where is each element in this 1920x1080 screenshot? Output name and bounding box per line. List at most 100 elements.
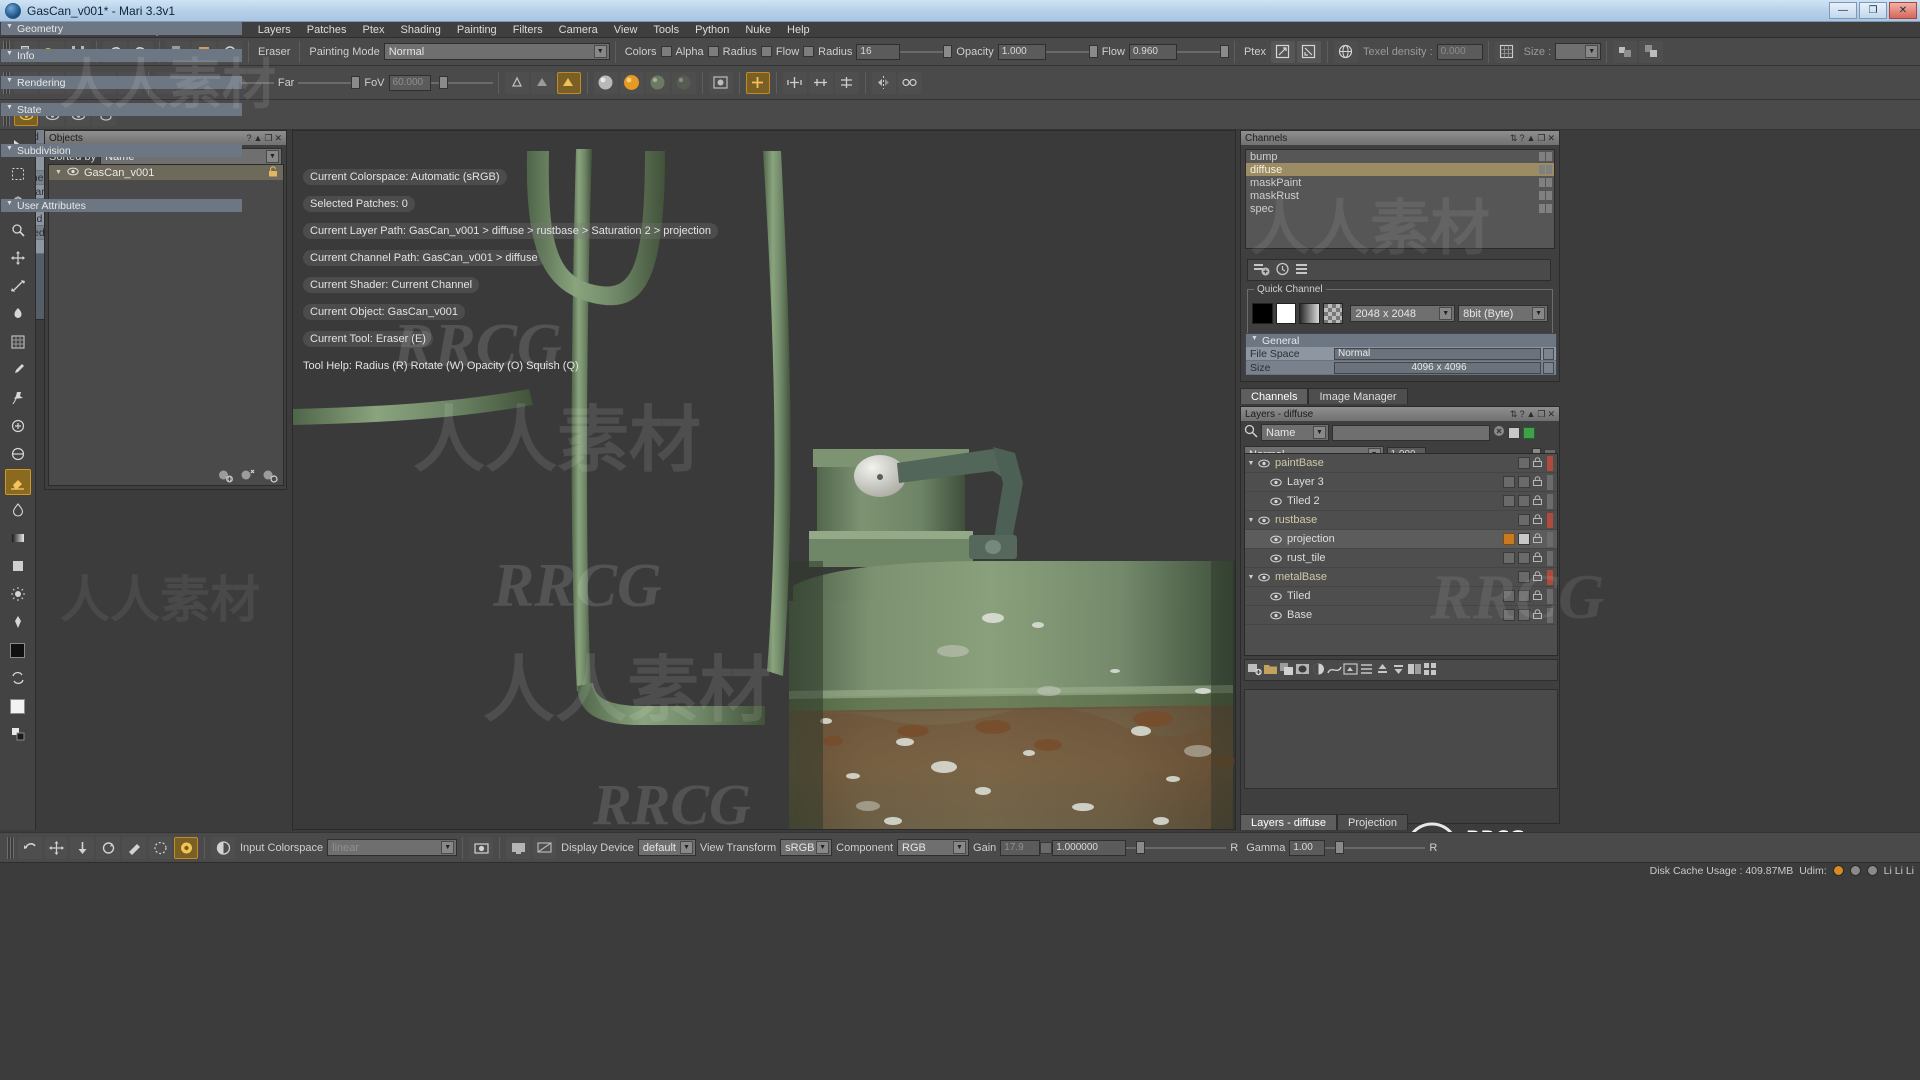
material-ball-gray-icon[interactable] [593, 71, 618, 94]
layer-color-tag[interactable] [1547, 455, 1553, 471]
globe-icon[interactable] [1333, 40, 1358, 63]
layers-close-icon[interactable]: ✕ [1547, 409, 1555, 420]
add-layer-plus-icon[interactable] [745, 71, 770, 94]
property-group-info[interactable]: Info [1, 49, 242, 62]
procedural-layer-icon[interactable] [1327, 662, 1342, 679]
layer-thumbnail-icon[interactable] [1503, 590, 1515, 602]
channel-item[interactable]: bump [1246, 150, 1554, 163]
mask-layer-icon[interactable] [1295, 662, 1310, 679]
maximize-panel-icon[interactable]: ❐ [264, 133, 272, 144]
environment-icon[interactable] [708, 71, 733, 94]
help-icon[interactable]: ? [246, 133, 251, 144]
menu-item-layers[interactable]: Layers [250, 22, 299, 38]
display-mask-icon[interactable] [532, 836, 557, 859]
gradient-tool-icon[interactable] [5, 525, 31, 551]
layer-lock-icon[interactable] [1533, 570, 1544, 584]
material-ball-green-icon[interactable] [645, 71, 670, 94]
layer-color-tag[interactable] [1547, 512, 1553, 528]
channels-pin-icon[interactable]: ⇅ [1510, 133, 1518, 144]
flow-checkbox[interactable] [803, 46, 815, 57]
rotate-projection-icon[interactable] [96, 836, 120, 859]
eraser-tool-icon[interactable] [4, 469, 31, 495]
layer-color-tag[interactable] [1547, 531, 1553, 547]
layers-float-icon[interactable]: ▲ [1526, 409, 1535, 420]
layer-row[interactable]: Layer 3 [1245, 473, 1557, 492]
quick-channel-checker-swatch[interactable] [1322, 303, 1344, 324]
move-tool-icon[interactable] [5, 245, 31, 271]
layer-color-tag[interactable] [1547, 569, 1553, 585]
menu-item-view[interactable]: View [606, 22, 646, 38]
channel-size-spin-icon[interactable] [1543, 361, 1554, 374]
view-transform-combo[interactable]: sRGB ▼ [780, 839, 833, 856]
ptex-resolution-down-icon[interactable] [1296, 40, 1321, 63]
layer-color-tag[interactable] [1547, 474, 1553, 490]
add-point-tool-icon[interactable] [5, 413, 31, 439]
layer-mask-icon[interactable] [1518, 552, 1530, 564]
layer-expand-triangle-icon[interactable]: ▼ [1245, 517, 1257, 524]
gamma-input[interactable]: 1.00 [1289, 839, 1326, 856]
layer-visibility-eye-icon[interactable] [1257, 573, 1271, 582]
menu-item-tools[interactable]: Tools [645, 22, 687, 38]
property-group-rendering[interactable]: Rendering [1, 76, 242, 89]
material-ball-dark-icon[interactable] [671, 71, 696, 94]
property-group-state[interactable]: State [1, 103, 242, 116]
layer-thumbnail-icon[interactable] [1518, 514, 1530, 526]
pen-tool-icon[interactable] [5, 609, 31, 635]
ptex-resolution-up-icon[interactable] [1270, 40, 1295, 63]
quick-channel-black-swatch[interactable] [1252, 303, 1273, 324]
layer-visibility-eye-icon[interactable] [1257, 516, 1271, 525]
merge-layers-icon[interactable] [1359, 662, 1374, 679]
layer-expand-triangle-icon[interactable]: ▼ [1245, 460, 1257, 467]
layer-mask-icon[interactable] [1518, 495, 1530, 507]
remove-object-icon[interactable] [239, 468, 256, 486]
move-layer-down-icon[interactable] [1391, 662, 1406, 679]
layer-row[interactable]: Tiled 2 [1245, 492, 1557, 511]
gamma-slider[interactable] [1325, 841, 1426, 855]
align-center-icon[interactable] [782, 71, 807, 94]
dock-tab-image-manager[interactable]: Image Manager [1308, 388, 1408, 404]
objects-list[interactable]: ▼ GasCan_v001 [48, 164, 284, 486]
layer-visibility-eye-icon[interactable] [1269, 592, 1283, 601]
layer-row[interactable]: projection [1245, 530, 1557, 549]
fov-slider[interactable] [430, 76, 493, 90]
layer-mask-icon[interactable] [1518, 476, 1530, 488]
float-icon[interactable]: ▲ [253, 133, 262, 144]
lock-icon[interactable] [268, 165, 283, 180]
add-channel-icon[interactable] [1253, 262, 1270, 279]
display-device-combo[interactable]: default ▼ [637, 839, 696, 856]
transform-tool-icon[interactable] [5, 273, 31, 299]
colors-checkbox[interactable] [660, 46, 672, 57]
component-combo[interactable]: RGB ▼ [897, 839, 970, 856]
clear-projection-icon[interactable] [148, 836, 172, 859]
alpha-checkbox[interactable] [707, 46, 719, 57]
uv-grid-icon[interactable] [1494, 40, 1519, 63]
layers-maximize-icon[interactable]: ❐ [1537, 409, 1545, 420]
layer-thumbnail-icon[interactable] [1503, 552, 1515, 564]
layer-thumbnail-icon[interactable] [1503, 495, 1515, 507]
radius-slider[interactable] [900, 45, 953, 59]
move-layer-up-icon[interactable] [1375, 662, 1390, 679]
clear-search-icon[interactable] [1493, 425, 1505, 440]
bake-icon[interactable] [1613, 40, 1638, 63]
layers-pin-icon[interactable]: ⇅ [1510, 409, 1518, 420]
layer-expand-triangle-icon[interactable]: ▼ [1245, 574, 1257, 581]
opacity-slider[interactable] [1045, 45, 1098, 59]
layer-color-tag[interactable] [1547, 607, 1553, 623]
layer-lock-icon[interactable] [1533, 589, 1544, 603]
layer-row[interactable]: ▼ rustbase [1245, 511, 1557, 530]
layer-thumbnail-icon[interactable] [1503, 533, 1515, 545]
channel-item[interactable]: maskPaint [1246, 176, 1554, 189]
layer-visibility-eye-icon[interactable] [1269, 497, 1283, 506]
radius-checkbox[interactable] [760, 46, 772, 57]
radius-input[interactable]: 16 [856, 43, 901, 60]
undo-history-icon[interactable] [18, 836, 42, 859]
menu-item-camera[interactable]: Camera [551, 22, 606, 38]
flow-slider[interactable] [1176, 45, 1229, 59]
property-group-geometry[interactable]: Geometry [1, 22, 242, 35]
material-ball-orange-icon[interactable] [619, 71, 644, 94]
minimize-button[interactable]: — [1829, 2, 1857, 19]
dropper-tool-icon[interactable] [5, 301, 31, 327]
swap-colors-icon[interactable] [5, 665, 31, 691]
layers-filter-white-icon[interactable] [1508, 426, 1520, 439]
layer-properties-icon[interactable] [1407, 662, 1422, 679]
